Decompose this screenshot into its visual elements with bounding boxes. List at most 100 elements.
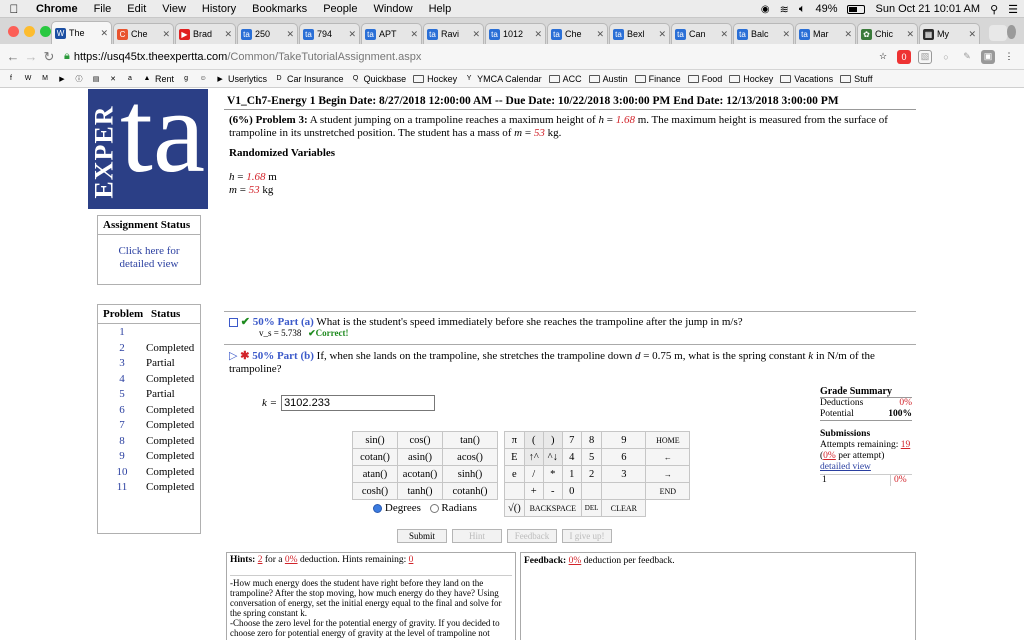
problem-number[interactable]: 7	[98, 418, 146, 434]
calc-key[interactable]: 7	[561, 431, 582, 449]
calc-key[interactable]: (	[523, 431, 544, 449]
bookmark-item[interactable]: Vacations	[780, 74, 833, 84]
problem-row[interactable]: 10 Completed	[98, 465, 200, 481]
browser-tab[interactable]: ▶ Brad ✕	[175, 23, 236, 44]
calc-key[interactable]: +	[523, 482, 544, 500]
bookmark-item[interactable]: Finance	[634, 74, 681, 84]
calc-func-key[interactable]: acos()	[442, 448, 498, 466]
calc-key[interactable]: 4	[561, 448, 582, 466]
calc-func-key[interactable]: tanh()	[397, 482, 443, 500]
problem-number[interactable]: 10	[98, 465, 146, 481]
tab-close-icon[interactable]: ✕	[286, 29, 294, 40]
browser-tab[interactable]: ta APT ✕	[361, 23, 422, 44]
browser-tab[interactable]: ta Mar ✕	[795, 23, 856, 44]
menu-edit[interactable]: Edit	[119, 3, 154, 15]
grade-detailed-view-link[interactable]: detailed view	[820, 462, 912, 473]
browser-tab[interactable]: W The ✕	[51, 21, 112, 44]
menu-file[interactable]: File	[86, 3, 120, 15]
calc-key[interactable]: 9	[601, 431, 647, 449]
calc-func-key[interactable]: asin()	[397, 448, 443, 466]
problem-row[interactable]: 2 Completed	[98, 341, 200, 357]
answer-input[interactable]	[281, 395, 436, 411]
calc-func-key[interactable]: cotanh()	[442, 482, 498, 500]
feedback-button[interactable]: Feedback	[507, 529, 557, 543]
problem-number[interactable]: 11	[98, 480, 146, 496]
bookmark-item[interactable]: ACC	[548, 74, 582, 84]
problem-row[interactable]: 4 Completed	[98, 372, 200, 388]
problem-row[interactable]: 6 Completed	[98, 403, 200, 419]
menubar-extra-icon[interactable]: ◉	[761, 4, 770, 15]
extension-box-icon[interactable]: ▣	[981, 49, 995, 64]
extension-pen-icon[interactable]: ✎	[960, 50, 974, 64]
apple-icon[interactable]: 	[0, 2, 28, 16]
backspace-key[interactable]: BACKSPACE	[523, 499, 582, 517]
browser-tab[interactable]: ta 794 ✕	[299, 23, 360, 44]
calc-key[interactable]: HOME	[645, 431, 691, 449]
problem-row[interactable]: 1	[98, 325, 200, 341]
menu-view[interactable]: View	[154, 3, 194, 15]
calc-func-key[interactable]: cosh()	[352, 482, 398, 500]
bookmark-item[interactable]: Stuff	[840, 74, 872, 84]
zoom-window-button[interactable]	[40, 25, 51, 37]
reload-icon[interactable]: ↻	[40, 49, 58, 65]
url-field[interactable]: 🔒︎ https://usq45tx.theexpertta.com/Commo…	[64, 47, 876, 67]
calc-key[interactable]: )	[542, 431, 563, 449]
clear-key[interactable]: CLEAR	[601, 499, 647, 517]
bookmark-item[interactable]: Hockey	[729, 74, 773, 84]
bookmark-item[interactable]: D Car Insurance	[274, 74, 344, 84]
hint-button[interactable]: Hint	[452, 529, 502, 543]
tab-close-icon[interactable]: ✕	[782, 29, 790, 40]
problem-number[interactable]: 6	[98, 403, 146, 419]
give-up-button[interactable]: I give up!	[562, 529, 612, 543]
calc-key[interactable]: 6	[601, 448, 647, 466]
calc-key[interactable]: π	[504, 431, 525, 449]
menu-app-chrome[interactable]: Chrome	[28, 3, 86, 15]
bookmark-item[interactable]: g	[181, 74, 191, 84]
tab-close-icon[interactable]: ✕	[596, 29, 604, 40]
menu-window[interactable]: Window	[365, 3, 420, 15]
wifi-icon[interactable]: ≋	[780, 3, 789, 16]
close-window-button[interactable]	[8, 25, 19, 37]
minimize-window-button[interactable]	[24, 25, 35, 37]
problem-row[interactable]: 8 Completed	[98, 434, 200, 450]
tab-close-icon[interactable]: ✕	[534, 29, 542, 40]
calc-func-key[interactable]: tan()	[442, 431, 498, 449]
bookmark-item[interactable]: W	[23, 74, 33, 84]
bookmark-item[interactable]: Austin	[588, 74, 628, 84]
tab-close-icon[interactable]: ✕	[720, 29, 728, 40]
battery-icon[interactable]	[847, 4, 866, 14]
bookmark-item[interactable]: ☺	[198, 74, 208, 84]
bookmark-item[interactable]: ▶	[57, 74, 67, 84]
browser-tab[interactable]: ta 1012 ✕	[485, 23, 546, 44]
profile-icon[interactable]	[1007, 25, 1016, 39]
tab-close-icon[interactable]: ✕	[968, 29, 976, 40]
calc-key[interactable]	[504, 482, 525, 500]
bookmark-item[interactable]: ▤	[91, 74, 101, 84]
tab-close-icon[interactable]: ✕	[224, 29, 232, 40]
calc-key[interactable]: ^↓	[542, 448, 563, 466]
bookmark-item[interactable]: Food	[687, 74, 722, 84]
problem-row[interactable]: 11 Completed	[98, 480, 200, 496]
problem-row[interactable]: 9 Completed	[98, 449, 200, 465]
menu-people[interactable]: People	[315, 3, 365, 15]
bookmark-item[interactable]: Y YMCA Calendar	[464, 74, 542, 84]
back-arrow-icon[interactable]: ←	[4, 49, 22, 64]
forward-arrow-icon[interactable]: →	[22, 49, 40, 64]
menu-help[interactable]: Help	[421, 3, 460, 15]
del-key[interactable]: DEL	[580, 499, 603, 517]
calc-key[interactable]: 1	[561, 465, 582, 483]
tab-close-icon[interactable]: ✕	[100, 28, 108, 39]
chrome-menu-icon[interactable]: ⋮	[1002, 50, 1016, 64]
problem-number[interactable]: 5	[98, 387, 146, 403]
problem-number[interactable]: 2	[98, 341, 146, 357]
calc-key[interactable]: -	[542, 482, 563, 500]
calc-key[interactable]: 3	[601, 465, 647, 483]
calc-func-key[interactable]: atan()	[352, 465, 398, 483]
browser-tab[interactable]: ta Bexl ✕	[609, 23, 670, 44]
collapse-icon[interactable]	[229, 317, 238, 327]
problem-row[interactable]: 7 Completed	[98, 418, 200, 434]
calc-func-key[interactable]: cos()	[397, 431, 443, 449]
tab-close-icon[interactable]: ✕	[472, 29, 480, 40]
problem-number[interactable]: 8	[98, 434, 146, 450]
extension-red-icon[interactable]: 0	[897, 49, 911, 64]
